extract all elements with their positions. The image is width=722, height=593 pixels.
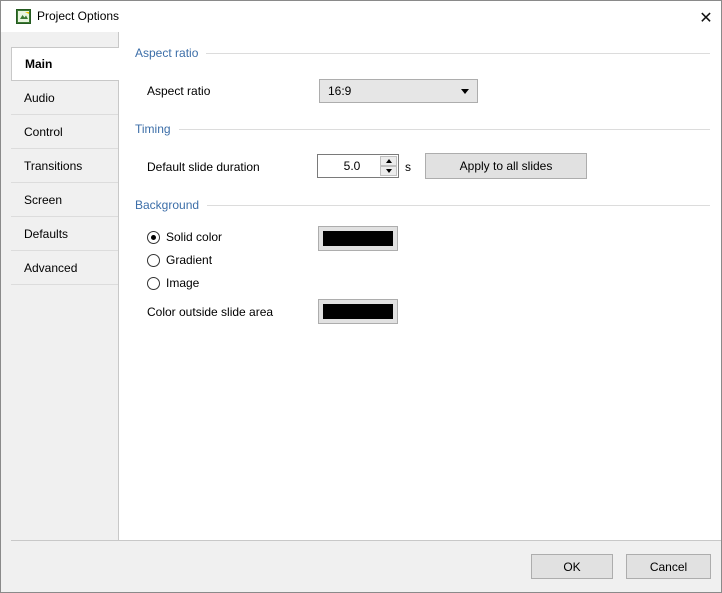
slide-duration-input[interactable] [318,155,380,177]
duration-unit: s [405,160,411,174]
close-button[interactable]: ✕ [691,4,721,30]
options-tab-list: Main Audio Control Transitions Screen De… [11,47,119,285]
panel-divider [11,540,721,541]
main-settings-panel: Aspect ratio Aspect ratio 16:9 Timing De… [118,32,721,541]
section-background: Background [135,197,710,213]
radio-image[interactable]: Image [147,276,199,290]
aspect-ratio-label: Aspect ratio [147,84,211,98]
tab-control[interactable]: Control [11,115,118,149]
section-title-timing: Timing [135,122,171,136]
color-swatch [323,231,393,246]
tab-screen[interactable]: Screen [11,183,118,217]
apply-to-all-slides-button[interactable]: Apply to all slides [425,153,587,179]
spin-up-icon[interactable] [380,156,397,166]
solid-color-picker-button[interactable] [318,226,398,251]
aspect-ratio-dropdown[interactable]: 16:9 [319,79,478,103]
chevron-down-icon [461,89,469,94]
slide-duration-stepper [317,154,399,178]
cancel-button[interactable]: Cancel [626,554,711,579]
radio-label: Image [166,276,200,290]
outside-color-picker-button[interactable] [318,299,398,324]
section-timing: Timing [135,121,710,137]
color-swatch [323,304,393,319]
radio-label: Gradient [166,253,213,267]
section-title-background: Background [135,198,200,212]
tab-transitions[interactable]: Transitions [11,149,118,183]
close-icon: ✕ [699,7,713,27]
slide-duration-label: Default slide duration [147,160,260,174]
section-title-aspect-ratio: Aspect ratio [135,46,199,60]
outside-color-label: Color outside slide area [147,305,274,319]
ok-button[interactable]: OK [531,554,613,579]
tab-main[interactable]: Main [11,47,119,81]
window-title: Project Options [37,9,120,23]
tab-advanced[interactable]: Advanced [11,251,118,285]
radio-unselected-icon [147,276,160,290]
project-options-dialog: Project Options ✕ SOFTPEDIA Aspect ratio… [0,0,722,593]
radio-label: Solid color [166,230,223,244]
radio-unselected-icon [147,253,160,267]
section-aspect-ratio: Aspect ratio [135,45,710,61]
app-icon [16,9,31,24]
radio-selected-icon [147,230,160,244]
spin-down-icon[interactable] [380,166,397,176]
aspect-ratio-value: 16:9 [328,84,352,98]
title-bar: Project Options ✕ [1,1,721,32]
radio-solid-color[interactable]: Solid color [147,230,222,244]
tab-audio[interactable]: Audio [11,81,118,115]
radio-gradient[interactable]: Gradient [147,253,212,267]
tab-defaults[interactable]: Defaults [11,217,118,251]
